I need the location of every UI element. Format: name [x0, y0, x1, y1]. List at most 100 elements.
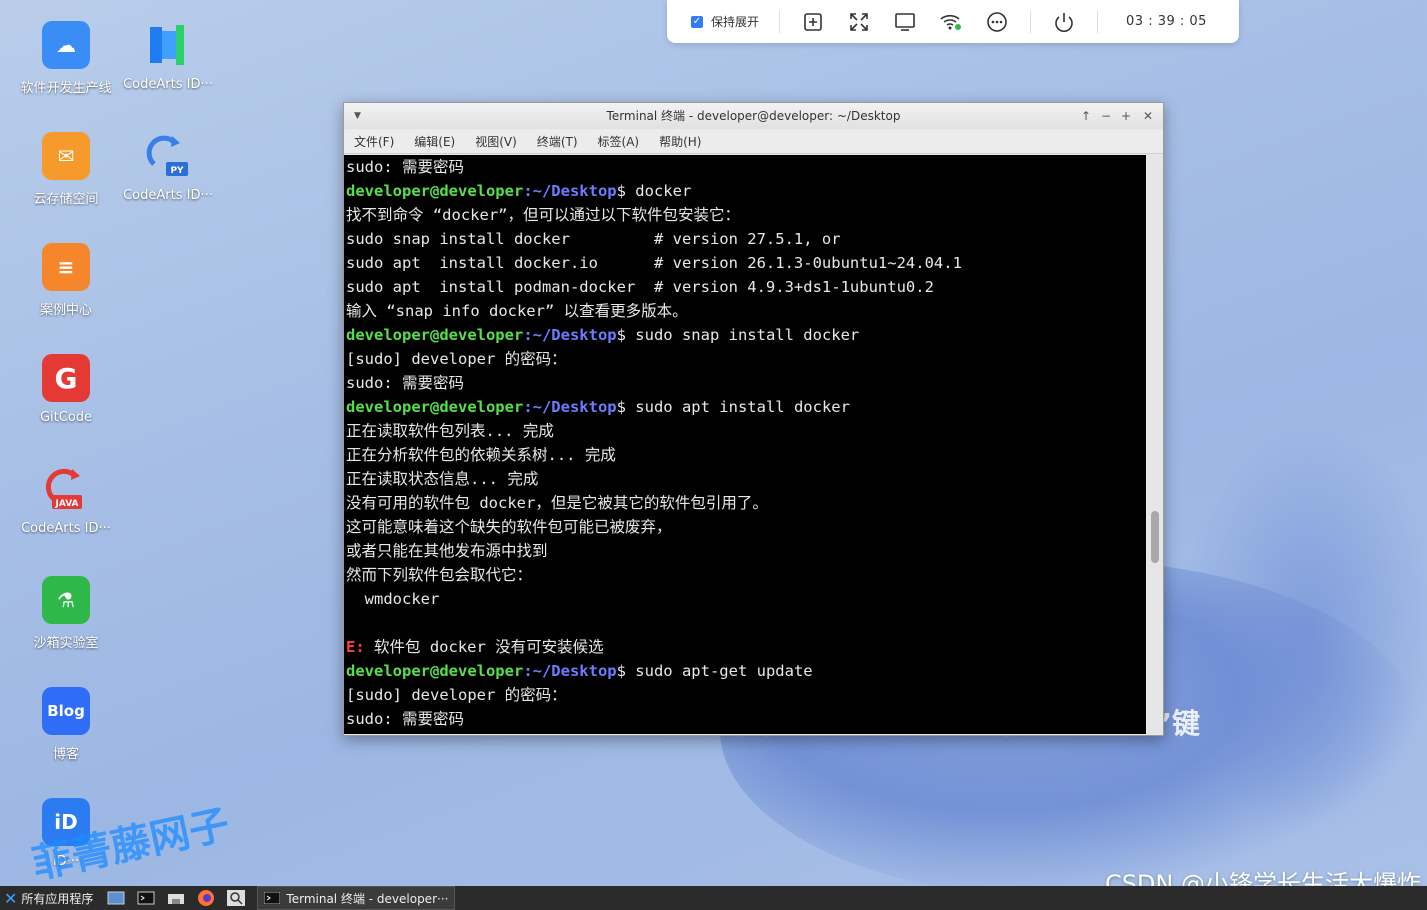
terminal-line: developer@developer:~/Desktop$ sudo apt-… — [346, 659, 1146, 683]
maximize-icon[interactable]: + — [1121, 103, 1131, 129]
more-button[interactable] — [982, 7, 1012, 37]
start-menu-label: 所有应用程序 — [21, 891, 94, 906]
desktop-icon-label: 沙箱实验室 — [33, 636, 99, 651]
keep-expanded-checkbox[interactable]: ✓ 保持展开 — [691, 13, 759, 30]
desktop-icon-label: 案例中心 — [39, 303, 92, 318]
start-menu-button[interactable]: ✕ 所有应用程序 — [0, 889, 101, 908]
more-dots-icon — [987, 11, 1007, 32]
minimize-icon[interactable]: − — [1101, 103, 1111, 129]
desktop-icon-cloud-storage[interactable]: ✉ 云存储空间 — [16, 132, 116, 207]
desktop-icon-blog[interactable]: Blog 博客 — [16, 687, 116, 762]
terminal-line: sudo apt install docker.io # version 26.… — [346, 254, 962, 272]
menu-terminal[interactable]: 终端(T) — [537, 133, 578, 150]
show-desktop-icon[interactable] — [106, 889, 126, 907]
menu-tabs[interactable]: 标签(A) — [598, 133, 640, 150]
desktop-icon-label: 软件开发生产线 — [20, 81, 112, 96]
terminal-line: 这可能意味着这个缺失的软件包可能已被废弃， — [346, 518, 672, 536]
taskbar-task-label: Terminal 终端 - developer··· — [286, 891, 449, 906]
prompt-user: developer@developer — [346, 326, 524, 344]
fullscreen-button[interactable] — [844, 7, 874, 37]
terminal-line: sudo apt install podman-docker # version… — [346, 278, 934, 296]
wallpaper-swirl — [1180, 420, 1427, 840]
display-button[interactable] — [890, 7, 920, 37]
lab-flask-icon: ⚗ — [42, 576, 90, 624]
terminal-line: 找不到命令 “docker”，但可以通过以下软件包安装它： — [346, 206, 740, 224]
desktop-icon-cases[interactable]: ≡ 案例中心 — [16, 243, 116, 318]
toolbar-divider — [1097, 10, 1099, 33]
window-menu-icon[interactable]: ▼ — [354, 103, 361, 129]
command-text: $ docker — [616, 182, 692, 200]
terminal-line: wmdocker — [346, 590, 440, 608]
menu-file[interactable]: 文件(F) — [354, 133, 394, 150]
add-square-icon — [804, 12, 822, 31]
prompt-path: :~/Desktop — [523, 182, 617, 200]
home-folder-icon[interactable] — [166, 889, 186, 907]
desktop-icon-label: CodeArts ID··· — [21, 521, 111, 536]
prompt-path: :~/Desktop — [523, 326, 617, 344]
desktop-icon-label: CodeArts ID··· — [123, 77, 213, 92]
menu-help[interactable]: 帮助(H) — [659, 133, 701, 150]
remote-toolbar: ✓ 保持展开 03 : 39 : 05 — [667, 0, 1239, 43]
python-ide-icon: PY — [144, 132, 192, 180]
window-titlebar[interactable]: ▼ Terminal 终端 - developer@developer: ~/D… — [344, 103, 1163, 129]
desktop-icon-sandbox[interactable]: ⚗ 沙箱实验室 — [16, 576, 116, 651]
terminal-line: sudo: 需要密码 — [346, 374, 464, 392]
prompt-user: developer@developer — [346, 398, 524, 416]
prompt-path: :~/Desktop — [523, 662, 617, 680]
storage-icon: ✉ — [42, 132, 90, 180]
terminal-line: developer@developer:~/Desktop$ sudo snap… — [346, 323, 1146, 347]
close-icon[interactable]: ✕ — [1143, 103, 1153, 129]
terminal-window[interactable]: ▼ Terminal 终端 - developer@developer: ~/D… — [343, 102, 1164, 736]
start-logo-icon: ✕ — [4, 888, 18, 908]
java-ide-icon: JAVA — [42, 465, 90, 513]
add-window-button[interactable] — [798, 7, 828, 37]
checkbox-check-icon: ✓ — [691, 15, 703, 28]
codearts-icon — [144, 21, 192, 69]
terminal-line: sudo: 需要密码 — [346, 710, 464, 728]
command-text: $ sudo apt-get update — [616, 662, 813, 680]
scroll-thumb[interactable] — [1151, 511, 1159, 563]
desktop-icon-gitcode[interactable]: G GitCode — [16, 354, 116, 425]
session-timer: 03 : 39 : 05 — [1126, 14, 1207, 29]
desktop-icon-devops[interactable]: ☁ 软件开发生产线 — [16, 21, 116, 96]
taskbar: ✕ 所有应用程序 Terminal 终端 - developer··· — [0, 886, 1427, 910]
power-icon — [1055, 12, 1073, 32]
error-prefix: E: — [346, 638, 365, 656]
power-button[interactable] — [1049, 7, 1079, 37]
desktop-icon-label: GitCode — [39, 410, 93, 425]
menu-edit[interactable]: 编辑(E) — [414, 133, 455, 150]
terminal-launcher-icon[interactable] — [136, 889, 156, 907]
svg-text:JAVA: JAVA — [54, 499, 78, 509]
search-icon[interactable] — [226, 889, 246, 907]
firefox-icon[interactable] — [196, 889, 216, 907]
desktop-icon-codearts-py[interactable]: PY CodeArts ID··· — [118, 132, 218, 203]
terminal-line: 或者只能在其他发布源中找到 — [346, 542, 548, 560]
terminal-line: 没有可用的软件包 docker，但是它被其它的软件包引用了。 — [346, 494, 768, 512]
desktop-icon-codearts-1[interactable]: CodeArts ID··· — [118, 21, 218, 92]
command-text: $ sudo snap install docker — [616, 326, 860, 344]
terminal-output[interactable]: sudo: 需要密码 developer@developer:~/Desktop$… — [344, 155, 1146, 734]
document-icon: ≡ — [42, 243, 90, 291]
terminal-line: [sudo] developer 的密码： — [346, 686, 567, 704]
terminal-line: sudo: 需要密码 — [346, 158, 464, 176]
terminal-line: 正在读取状态信息... 完成 — [346, 470, 539, 488]
gitcode-icon: G — [42, 354, 90, 402]
toolbar-divider — [1030, 10, 1032, 33]
blog-icon: Blog — [42, 687, 90, 735]
svg-text:PY: PY — [170, 166, 184, 176]
cloud-app-icon: ☁ — [42, 21, 90, 69]
monitor-icon — [895, 12, 915, 31]
wifi-icon — [940, 14, 962, 30]
terminal-scrollbar[interactable] — [1147, 155, 1163, 734]
toolbar-divider — [779, 10, 781, 33]
menu-view[interactable]: 视图(V) — [475, 133, 517, 150]
terminal-menubar: 文件(F) 编辑(E) 视图(V) 终端(T) 标签(A) 帮助(H) — [344, 129, 1163, 154]
raise-window-icon[interactable]: ↑ — [1081, 103, 1091, 129]
desktop-icon-codearts-java[interactable]: JAVA CodeArts ID··· — [16, 465, 116, 536]
terminal-line: 正在读取软件包列表... 完成 — [346, 422, 554, 440]
window-title: Terminal 终端 - developer@developer: ~/Des… — [606, 109, 901, 123]
network-button[interactable] — [936, 7, 966, 37]
taskbar-terminal-task[interactable]: Terminal 终端 - developer··· — [257, 886, 456, 910]
terminal-task-icon — [264, 892, 281, 904]
